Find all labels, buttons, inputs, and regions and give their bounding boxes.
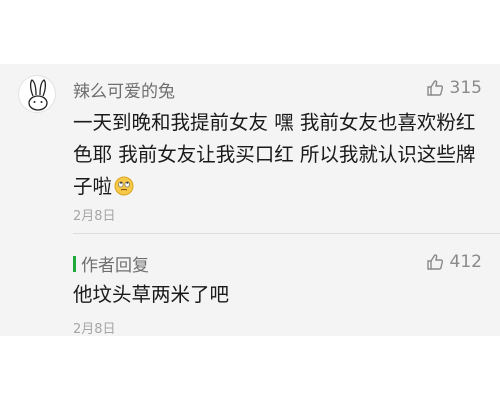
comment-like-button[interactable]: 315 xyxy=(426,78,482,98)
comment-date: 2月8日 xyxy=(73,209,116,224)
reply-text: 他坟头草两米了吧 xyxy=(73,283,230,306)
author-reply-label: 作者回复 xyxy=(81,256,149,276)
comment-text-block: 一天到晚和我提前女友 嘿 我前女友也喜欢粉红色耶 我前女友让我买口红 所以我就认… xyxy=(73,107,488,203)
reply-divider xyxy=(73,233,500,234)
eye-roll-emoji-icon xyxy=(114,174,134,196)
reply-date: 2月8日 xyxy=(73,322,116,337)
thumbs-up-icon xyxy=(426,79,444,97)
comment-like-count: 315 xyxy=(449,78,482,98)
thumbs-up-icon xyxy=(426,253,444,271)
comment-author-name[interactable]: 辣么可爱的兔 xyxy=(73,77,175,102)
reply-like-count: 412 xyxy=(449,252,482,272)
user-avatar[interactable] xyxy=(18,75,56,113)
author-reply-marker xyxy=(73,256,76,272)
reply-like-button[interactable]: 412 xyxy=(426,252,482,272)
